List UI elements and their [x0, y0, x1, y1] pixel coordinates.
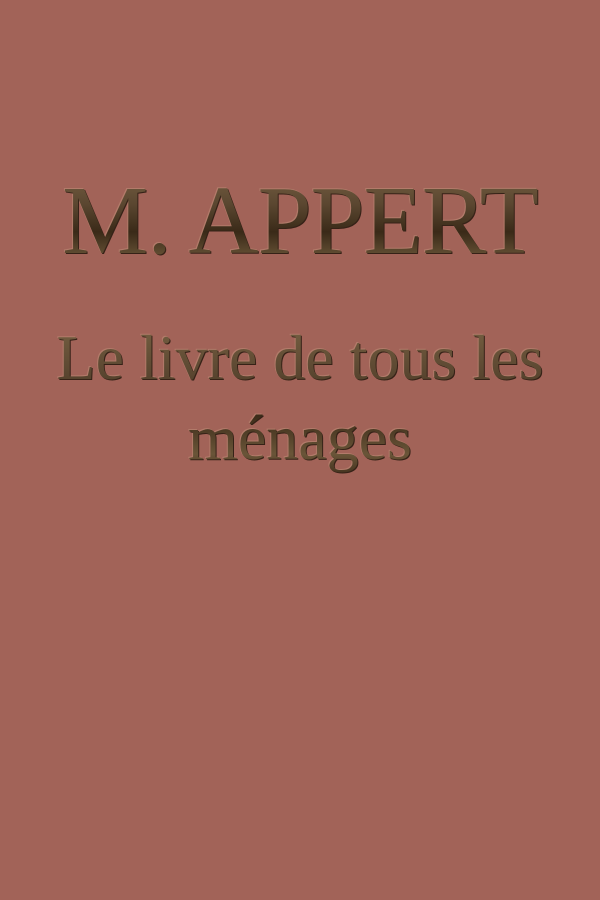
book-title: Le livre de tous les ménages	[0, 318, 600, 478]
book-title-line-2: ménages	[188, 402, 412, 473]
book-title-line-1: Le livre de tous les	[56, 322, 544, 393]
book-cover: M. APPERT Le livre de tous les ménages	[0, 0, 600, 900]
author-name: M. APPERT	[0, 166, 600, 276]
